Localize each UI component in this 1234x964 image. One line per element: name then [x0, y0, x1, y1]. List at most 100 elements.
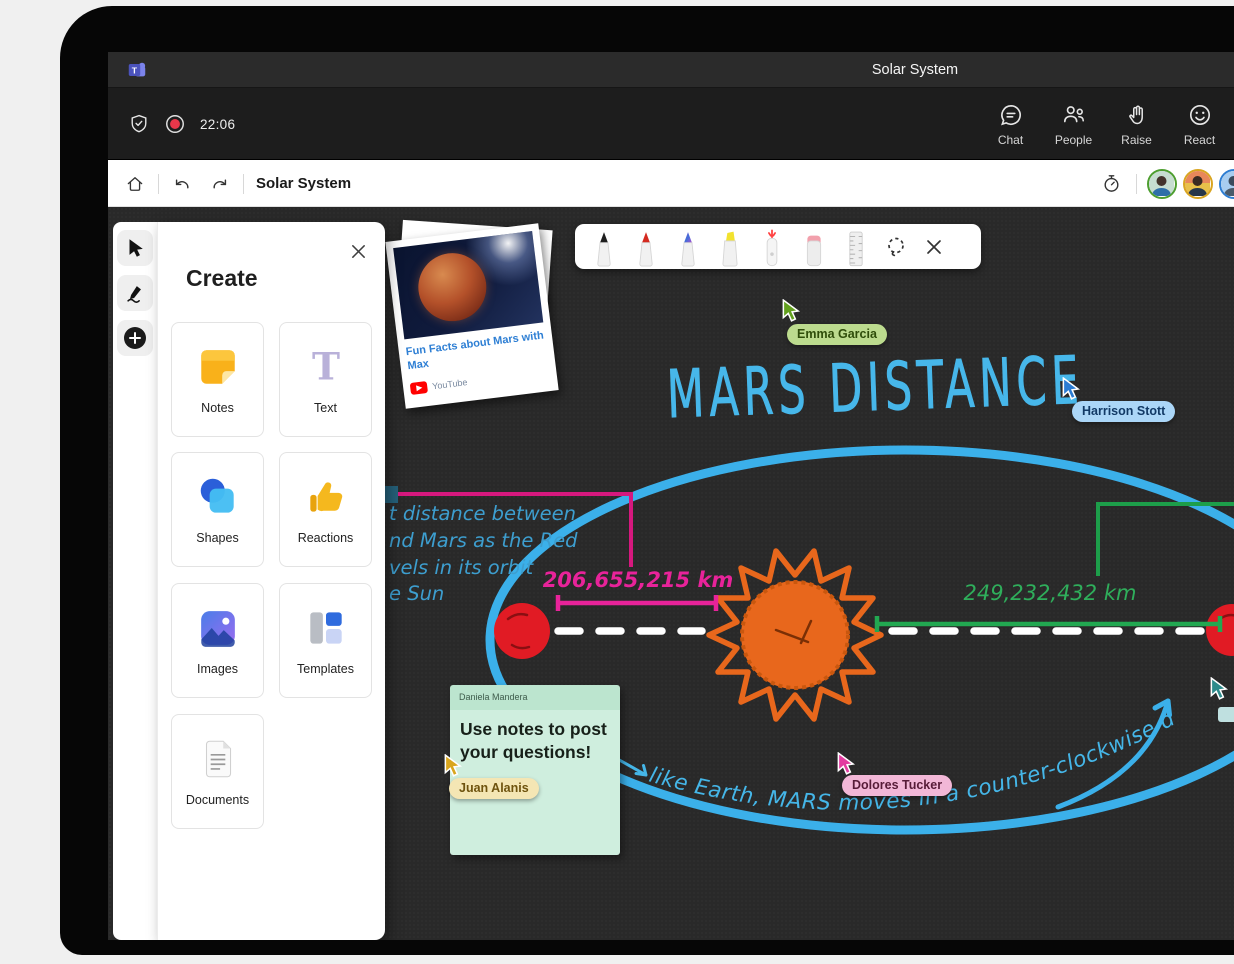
sun-ink [709, 551, 881, 719]
select-tool-button[interactable] [117, 230, 153, 266]
templates-icon [303, 605, 349, 651]
eraser-icon [799, 228, 829, 268]
annotation-line: t distance between [389, 502, 576, 525]
toolbar-divider [158, 174, 159, 194]
collaborator-tag: Harrison Stott [1072, 401, 1175, 422]
select-cursor-icon [124, 237, 146, 259]
create-text-card[interactable]: T Text [279, 322, 372, 437]
people-icon [1061, 102, 1087, 128]
ink-tool-button[interactable] [117, 275, 153, 311]
undo-button[interactable] [167, 169, 197, 199]
chat-icon [998, 102, 1024, 128]
redo-icon [210, 174, 230, 194]
highlighter-icon [715, 228, 745, 268]
plus-icon [122, 325, 148, 351]
youtube-video-card[interactable]: Fun Facts about Mars with Max YouTube [385, 223, 558, 409]
harrison-stott-cursor [1060, 377, 1082, 401]
ruler-tool[interactable] [837, 226, 875, 268]
teams-app-screen: T Solar System 22:06 Chat [108, 52, 1234, 940]
avatar[interactable] [1183, 169, 1213, 199]
create-shapes-card[interactable]: Shapes [171, 452, 264, 567]
react-button[interactable]: React [1168, 88, 1231, 160]
highlighter-tool[interactable] [711, 226, 749, 268]
annotation-line: nd Mars as the Red [389, 529, 578, 552]
thumbs-up-icon [303, 474, 349, 520]
board-heading-ink: MARS DISTANCE [666, 342, 1085, 433]
home-button[interactable] [120, 169, 150, 199]
timer-button[interactable] [1096, 169, 1126, 199]
farthest-distance-measure-ink: 249,232,432 km [877, 581, 1220, 632]
redo-button[interactable] [205, 169, 235, 199]
close-icon [350, 243, 367, 260]
dolores-tucker-cursor [835, 752, 857, 776]
toolbar-divider [1136, 174, 1137, 194]
close-icon [925, 238, 943, 256]
images-icon [195, 605, 241, 651]
sticky-note[interactable]: Daniela Mandera Use notes to post your q… [450, 685, 620, 855]
home-icon [125, 174, 145, 194]
lasso-select-tool[interactable] [879, 230, 913, 264]
offscreen-collaborator-cursor [1208, 677, 1230, 701]
sticky-note-author: Daniela Mandera [450, 685, 620, 710]
recording-timer: 22:06 [200, 117, 235, 132]
mars-video-thumbnail [393, 231, 543, 339]
pen-toolbar [575, 224, 981, 269]
create-images-card[interactable]: Images [171, 583, 264, 698]
create-notes-card[interactable]: Notes [171, 322, 264, 437]
farthest-distance-label: 249,232,432 km [964, 581, 1137, 605]
lasso-icon [884, 235, 908, 259]
participant-avatars [1147, 169, 1234, 199]
collaborator-tag: Juan Alanis [449, 778, 539, 799]
create-panel-title: Create [186, 265, 258, 292]
window-title: Solar System [108, 52, 1234, 88]
avatar[interactable] [1219, 169, 1234, 199]
teams-title-bar: T Solar System [108, 52, 1234, 88]
red-pen-tool[interactable] [627, 226, 665, 268]
ruler-icon [841, 228, 871, 268]
pen-toolbar-close-button[interactable] [917, 230, 951, 264]
black-pen-tool[interactable] [585, 226, 623, 268]
emma-garcia-cursor [780, 299, 802, 323]
toolbar-divider [243, 174, 244, 194]
undo-icon [172, 174, 192, 194]
video-provider: YouTube [432, 377, 468, 391]
annotation-line: vels in its orbit [389, 556, 534, 579]
shapes-icon [195, 474, 241, 520]
add-content-button[interactable] [117, 320, 153, 356]
create-panel-close-button[interactable] [345, 238, 371, 264]
laser-pointer-icon [757, 228, 787, 268]
collaborator-tag: Emma Garcia [787, 324, 887, 345]
people-button[interactable]: People [1042, 88, 1105, 160]
annotation-line: e Sun [389, 582, 444, 605]
raise-hand-icon [1124, 102, 1150, 128]
chat-button[interactable]: Chat [979, 88, 1042, 160]
canvas-tool-rail [113, 222, 157, 940]
avatar[interactable] [1147, 169, 1177, 199]
galaxy-pen-tool[interactable] [669, 226, 707, 268]
create-templates-card[interactable]: Templates [279, 583, 372, 698]
black-pen-icon [589, 228, 619, 268]
red-pen-icon [631, 228, 661, 268]
documents-icon [195, 736, 241, 782]
mars-planet-image [414, 249, 490, 325]
eraser-tool[interactable] [795, 226, 833, 268]
collaborator-tag: Dolores Tucker [842, 775, 952, 796]
laser-pointer-tool[interactable] [753, 226, 791, 268]
timer-icon [1101, 173, 1122, 194]
create-reactions-card[interactable]: Reactions [279, 452, 372, 567]
raise-hand-button[interactable]: Raise [1105, 88, 1168, 160]
create-panel: Create Notes T Text [157, 222, 385, 940]
juan-alanis-cursor [442, 754, 464, 778]
security-shield-icon [128, 113, 150, 135]
whiteboard-canvas[interactable]: t distance between nd Mars as the Red ve… [108, 207, 1234, 940]
hidden-selected-object [385, 486, 398, 503]
recording-indicator-icon [164, 113, 186, 135]
closest-distance-label: 206,655,215 km [543, 568, 734, 592]
youtube-logo-icon [410, 381, 428, 395]
text-icon: T [303, 344, 349, 390]
sticky-note-text: your questions! [460, 741, 610, 764]
svg-text:T: T [312, 345, 340, 389]
react-smiley-icon [1187, 102, 1213, 128]
board-title: Solar System [256, 175, 351, 192]
create-documents-card[interactable]: Documents [171, 714, 264, 829]
